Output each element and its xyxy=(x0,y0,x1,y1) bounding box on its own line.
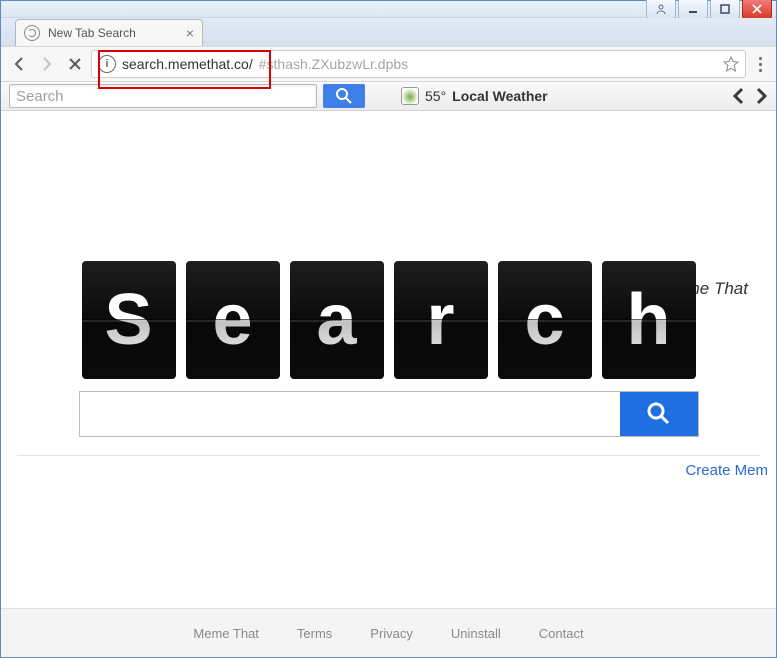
toolbar-next-button[interactable] xyxy=(754,87,768,105)
close-button[interactable] xyxy=(742,0,772,19)
flip-letter: r xyxy=(394,261,488,379)
minimize-button[interactable] xyxy=(678,0,708,19)
weather-widget[interactable]: 55° Local Weather xyxy=(401,87,548,105)
create-meme-link[interactable]: Create Mem xyxy=(685,462,768,479)
tab-favicon xyxy=(24,25,40,41)
tab-close-icon[interactable]: × xyxy=(186,26,194,40)
footer-link[interactable]: Meme That xyxy=(193,626,259,641)
site-info-icon[interactable]: i xyxy=(98,55,116,73)
user-icon-button[interactable] xyxy=(646,0,676,19)
footer-link[interactable]: Contact xyxy=(539,626,584,641)
maximize-button[interactable] xyxy=(710,0,740,19)
main-search-button[interactable] xyxy=(620,392,698,436)
forward-button[interactable] xyxy=(35,52,59,76)
page-footer: Meme That Terms Privacy Uninstall Contac… xyxy=(1,608,776,657)
flip-letter: a xyxy=(290,261,384,379)
toolbar-search-input[interactable]: Search xyxy=(9,84,317,108)
flip-letter: h xyxy=(602,261,696,379)
stop-reload-button[interactable] xyxy=(63,52,87,76)
flip-letter: e xyxy=(186,261,280,379)
footer-link[interactable]: Terms xyxy=(297,626,332,641)
main-search-form xyxy=(79,391,699,437)
footer-link[interactable]: Privacy xyxy=(370,626,413,641)
url-path: #sthash.ZXubzwLr.dpbs xyxy=(259,56,408,72)
weather-temp: 55° xyxy=(425,88,446,104)
weather-label: Local Weather xyxy=(452,88,547,104)
browser-tab[interactable]: New Tab Search × xyxy=(15,19,203,46)
main-search-input[interactable] xyxy=(80,392,620,436)
flip-letter: S xyxy=(82,261,176,379)
tab-strip: New Tab Search × xyxy=(1,18,776,46)
bookmark-star-icon[interactable] xyxy=(723,56,739,72)
toolbar-search-button[interactable] xyxy=(323,84,365,108)
back-button[interactable] xyxy=(7,52,31,76)
footer-link[interactable]: Uninstall xyxy=(451,626,501,641)
browser-toolbar: i search.memethat.co/ #sthash.ZXubzwLr.dp… xyxy=(1,46,776,82)
flip-letter-row: S e a r c h xyxy=(79,261,699,379)
extension-toolbar: Search 55° Local Weather xyxy=(1,82,776,111)
url-host: search.memethat.co/ xyxy=(122,56,253,72)
browser-menu-button[interactable] xyxy=(750,57,770,72)
window-titlebar xyxy=(1,1,776,18)
weather-icon xyxy=(401,87,419,105)
tab-title: New Tab Search xyxy=(48,26,136,40)
address-bar[interactable]: i search.memethat.co/ #sthash.ZXubzwLr.dp… xyxy=(91,50,746,78)
page-content: Meme That S e a r c h Create Mem xyxy=(1,261,776,479)
toolbar-prev-button[interactable] xyxy=(732,87,746,105)
flip-letter: c xyxy=(498,261,592,379)
